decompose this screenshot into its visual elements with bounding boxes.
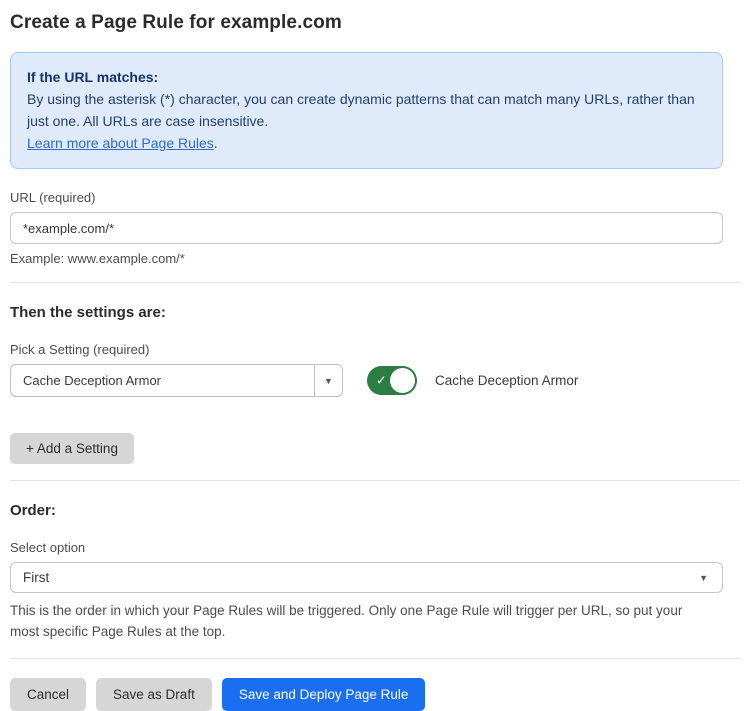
checkmark-icon: ✓ (376, 372, 387, 388)
order-select-value: First (23, 570, 49, 585)
divider (10, 658, 740, 659)
setting-select[interactable]: Cache Deception Armor ▼ (10, 364, 343, 397)
divider (10, 480, 740, 481)
page-title: Create a Page Rule for example.com (10, 12, 740, 34)
order-select-label: Select option (10, 540, 723, 555)
url-match-info-panel: If the URL matches: By using the asteris… (10, 52, 723, 169)
setting-select-arrow-button[interactable]: ▼ (314, 365, 342, 396)
divider (10, 282, 740, 283)
info-panel-heading: If the URL matches: (27, 66, 706, 88)
url-field-label: URL (required) (10, 190, 723, 205)
link-suffix: . (214, 135, 218, 151)
order-helper-text: This is the order in which your Page Rul… (10, 600, 710, 642)
pick-setting-label: Pick a Setting (required) (10, 342, 723, 357)
settings-section-heading: Then the settings are: (10, 304, 723, 321)
setting-select-value: Cache Deception Armor (11, 365, 314, 396)
create-page-rule-form: Create a Page Rule for example.com If th… (0, 0, 740, 711)
learn-more-link[interactable]: Learn more about Page Rules (27, 135, 214, 151)
chevron-down-icon: ▼ (699, 573, 708, 583)
order-select[interactable]: First ▼ (10, 562, 723, 593)
setting-row: Cache Deception Armor ▼ ✓ Cache Deceptio… (10, 364, 723, 397)
url-example-helper: Example: www.example.com/* (10, 251, 723, 266)
cache-deception-armor-toggle[interactable]: ✓ (367, 366, 417, 395)
setting-toggle-wrap: ✓ Cache Deception Armor (367, 366, 578, 395)
save-draft-button[interactable]: Save as Draft (96, 678, 212, 711)
order-section-heading: Order: (10, 502, 723, 519)
chevron-down-icon: ▼ (324, 376, 333, 386)
toggle-knob (390, 368, 415, 393)
toggle-label: Cache Deception Armor (435, 373, 578, 388)
footer-actions: Cancel Save as Draft Save and Deploy Pag… (10, 678, 723, 711)
info-panel-body: By using the asterisk (*) character, you… (27, 88, 706, 132)
save-deploy-button[interactable]: Save and Deploy Page Rule (222, 678, 426, 711)
cancel-button[interactable]: Cancel (10, 678, 86, 711)
url-input[interactable] (10, 212, 723, 244)
add-setting-button[interactable]: + Add a Setting (10, 433, 134, 464)
